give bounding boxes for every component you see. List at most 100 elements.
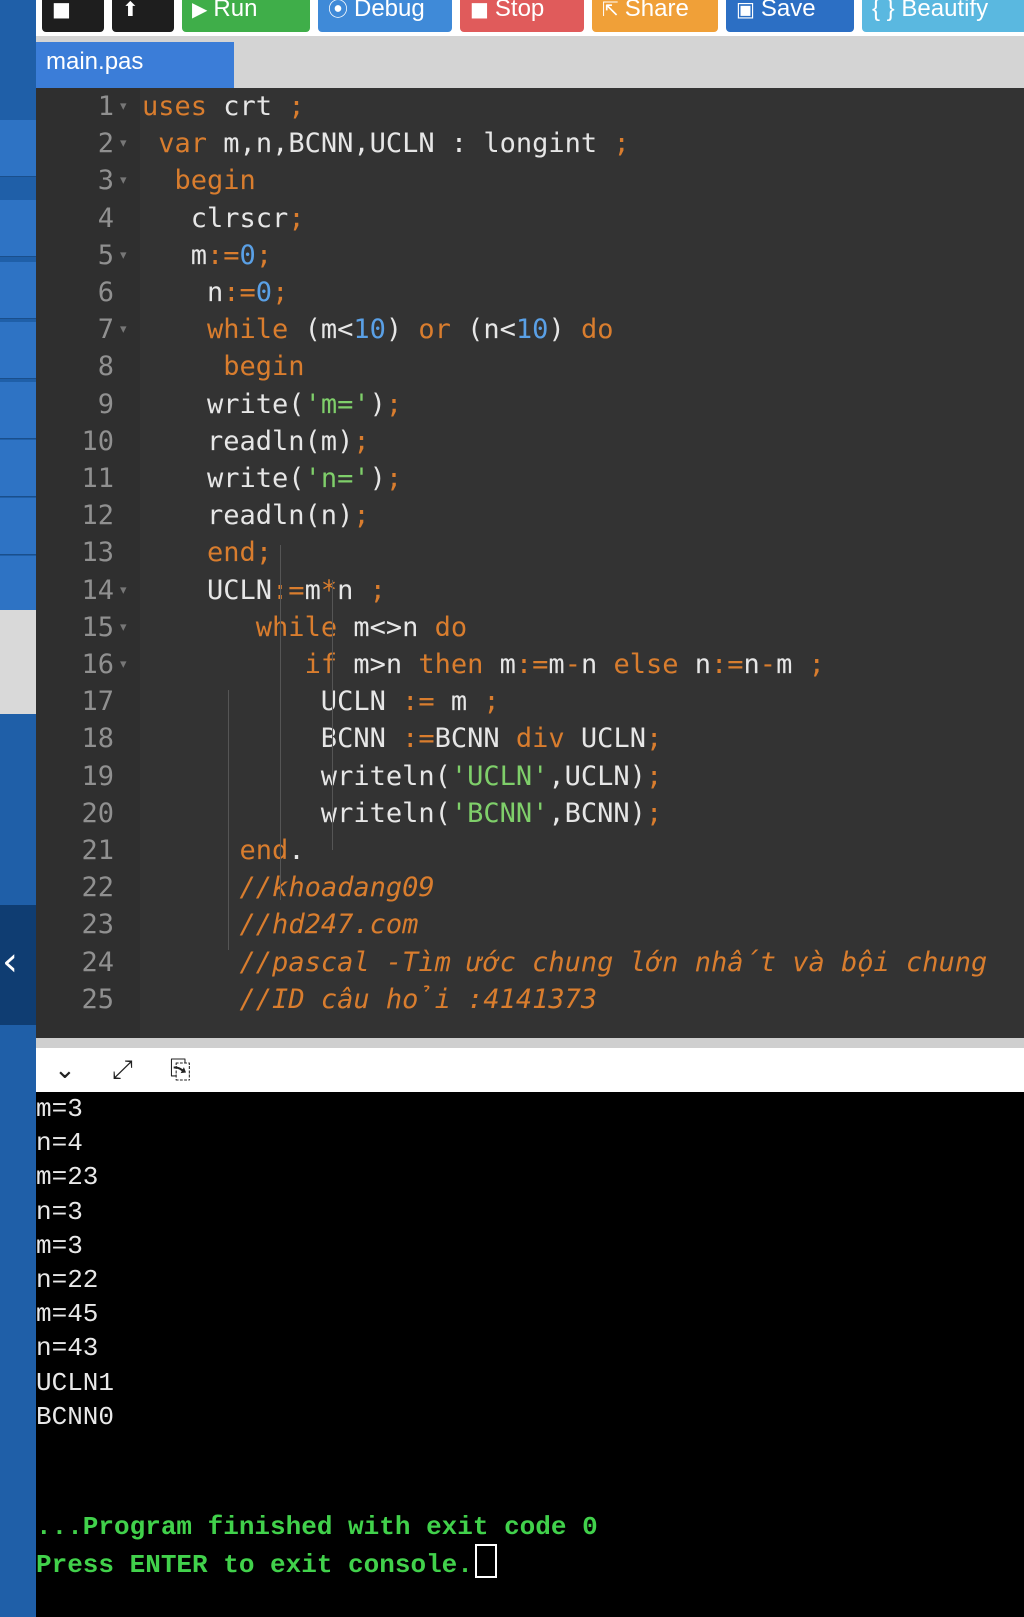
line-number: 4	[97, 202, 114, 234]
save-button[interactable]: ▣ Save	[726, 0, 854, 32]
file-button[interactable]: ■	[42, 0, 104, 32]
line-number: 18	[81, 723, 114, 755]
sidebar-segment	[0, 382, 36, 439]
save-icon: ▣	[736, 0, 755, 21]
beautify-button[interactable]: { } Beautify	[862, 0, 1024, 32]
code-line[interactable]: end;	[142, 534, 272, 572]
code-line[interactable]: write('n=');	[142, 460, 402, 498]
code-line[interactable]: //hd247.com	[142, 906, 419, 944]
line-number: 25	[81, 983, 114, 1015]
copy-icon[interactable]: ⎘	[170, 1052, 191, 1088]
sidebar-segment	[0, 200, 36, 257]
code-line[interactable]: readln(n);	[142, 497, 370, 535]
fold-arrow-icon[interactable]: ▾	[120, 88, 132, 126]
code-line[interactable]: //pascal -Tìm ước chung lớn nhất và bội …	[142, 944, 988, 982]
line-number: 23	[81, 909, 114, 941]
line-number: 12	[81, 500, 114, 532]
chevron-left-icon[interactable]: ‹	[2, 942, 18, 982]
console-divider[interactable]	[36, 1038, 1024, 1048]
button-label: Debug	[354, 0, 425, 22]
console-line: m=23	[36, 1162, 99, 1193]
line-number: 1	[97, 91, 114, 122]
sidebar-segment	[0, 498, 36, 555]
exit-code-message: ...Program finished with exit code 0	[36, 1512, 598, 1542]
code-line[interactable]: var m,n,BCNN,UCLN : longint ;	[142, 125, 629, 163]
line-number: 17	[81, 686, 114, 718]
code-editor[interactable]: 1 ▾ 2 ▾ 3 ▾ 4 5 ▾ 6 7 ▾ 8 9 10 11 12 13 14 ▾ 15 ▾ 16 ▾ 17 18 19 20 2…	[36, 88, 1024, 1038]
code-line[interactable]: BCNN :=BCNN div UCLN;	[142, 720, 662, 758]
code-line[interactable]: UCLN := m ;	[142, 683, 500, 721]
console-line: n=4	[36, 1128, 83, 1159]
button-label: Save	[760, 0, 816, 22]
fold-arrow-icon[interactable]: ▾	[120, 572, 132, 610]
code-line[interactable]: uses crt ;	[142, 88, 305, 126]
expand-icon[interactable]: ⤢	[112, 1052, 133, 1088]
sidebar-segment	[0, 322, 36, 379]
run-button[interactable]: ▶ Run	[182, 0, 310, 32]
indent-guide	[228, 690, 229, 950]
share-icon: ⇱	[602, 0, 619, 21]
code-line[interactable]: UCLN:=m*n ;	[142, 572, 386, 610]
sidebar-segment	[0, 262, 36, 319]
fold-arrow-icon[interactable]: ▾	[120, 162, 132, 200]
button-label: { } Beautify	[872, 0, 989, 22]
code-line[interactable]: begin	[142, 348, 304, 386]
code-line[interactable]: while (m<10) or (n<10) do	[142, 311, 613, 349]
code-line[interactable]: writeln('BCNN',BCNN);	[142, 795, 662, 833]
code-line[interactable]: n:=0;	[142, 274, 288, 312]
indent-guide	[280, 545, 281, 900]
line-number: 24	[81, 946, 114, 978]
console-line: UCLN1	[36, 1367, 115, 1398]
console-line: n=22	[36, 1265, 99, 1295]
code-line[interactable]: begin	[142, 162, 256, 200]
line-number: 14	[81, 574, 114, 606]
line-number: 13	[81, 537, 114, 569]
fold-arrow-icon[interactable]: ▾	[120, 609, 132, 647]
button-label: Run	[213, 0, 258, 22]
text-cursor	[474, 1544, 497, 1578]
stop-button[interactable]: ■ Stop	[460, 0, 584, 32]
fold-arrow-icon[interactable]: ▾	[120, 237, 132, 275]
code-line[interactable]: writeln('UCLN',UCLN);	[142, 758, 662, 796]
tab-bar: main.pas	[36, 36, 1024, 88]
code-line[interactable]: //ID câu hỏi :4141373	[142, 981, 598, 1019]
fold-arrow-icon[interactable]: ▾	[120, 646, 132, 684]
console-line: n=3	[36, 1196, 83, 1227]
share-button[interactable]: ⇱ Share	[592, 0, 718, 32]
code-line[interactable]: write('m=');	[142, 386, 402, 424]
indent-guide	[332, 580, 333, 850]
code-line[interactable]: m:=0;	[142, 237, 272, 275]
line-number: 21	[81, 835, 114, 866]
console-line: m=3	[36, 1230, 83, 1261]
exit-prompt: Press ENTER to exit console.	[36, 1544, 497, 1582]
code-line[interactable]: readln(m);	[142, 423, 370, 461]
line-number: 5	[97, 239, 114, 271]
upload-icon: ⬆	[122, 0, 139, 21]
line-gutter: 1 ▾ 2 ▾ 3 ▾ 4 5 ▾ 6 7 ▾ 8 9 10 11 12 13 14 ▾ 15 ▾ 16 ▾ 17 18 19 20 2…	[36, 88, 140, 1038]
code-line[interactable]: clrscr;	[142, 200, 305, 238]
code-line[interactable]: if m>n then m:=m-n else n:=n-m ;	[142, 646, 825, 684]
line-number: 10	[81, 425, 114, 457]
button-label: Share	[624, 0, 689, 22]
toolbar: ■ ⬆ ▶ Run ⦿ Debug ■ Stop ⇱ Share ▣ Save{ } Beautify	[36, 0, 1024, 36]
fold-arrow-icon[interactable]: ▾	[120, 125, 132, 163]
chevron-down-icon[interactable]: ⌄	[54, 1052, 76, 1088]
code-line[interactable]: //khoadang09	[142, 869, 435, 907]
console-line: BCNN0	[36, 1401, 115, 1432]
console-line: m=3	[36, 1094, 83, 1124]
left-sidebar-strip: ‹	[0, 0, 36, 1617]
code-line[interactable]: while m<>n do	[142, 609, 467, 647]
fold-arrow-icon[interactable]: ▾	[120, 311, 132, 349]
button-label: Stop	[494, 0, 545, 22]
sidebar-segment	[0, 440, 36, 497]
tab-main-pas[interactable]: main.pas	[36, 42, 234, 88]
line-number: 2	[97, 128, 114, 160]
debug-button[interactable]: ⦿ Debug	[318, 0, 452, 32]
file-icon: ■	[52, 0, 71, 21]
line-number: 7	[97, 314, 114, 346]
console-line: m=45	[36, 1299, 99, 1330]
line-number: 20	[81, 797, 114, 829]
stop-icon: ■	[470, 0, 489, 21]
upload-button[interactable]: ⬆	[112, 0, 174, 32]
console-output[interactable]: m=3 n=4 m=23 n=3 m=3 n=22 m=45 n=43 UCLN1 BCNN0..…	[36, 1092, 1024, 1617]
